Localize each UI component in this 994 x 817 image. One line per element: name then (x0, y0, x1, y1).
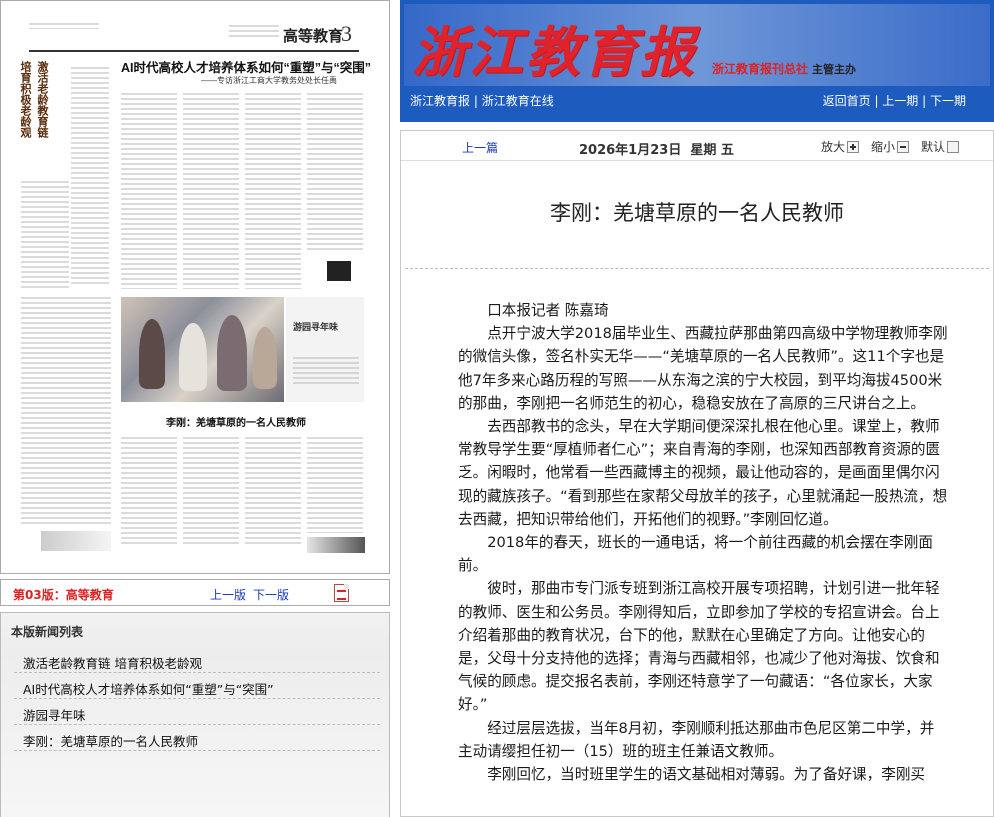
news-list-item[interactable]: 游园寻年味 (14, 699, 380, 725)
np-photo[interactable] (121, 297, 284, 402)
issue-date: 2026年1月23日 星期 五 (579, 143, 734, 158)
zoom-default-label: 默认 (921, 140, 946, 154)
np-photo-figure (217, 315, 247, 391)
publisher-name: 浙江教育报刊总社 (712, 62, 809, 76)
article-byline: 口本报记者 陈嘉琦 (487, 302, 609, 319)
left-column: 高等教育 3 激活老龄教育链 培育积极老龄观 AI时代高校人才培养体系如何“重塑… (0, 0, 390, 817)
prev-article-link[interactable]: 上一篇 (462, 139, 498, 156)
np-column (183, 93, 239, 289)
np-footer-banner (41, 531, 111, 551)
issue-nav: 返回首页 | 上一期 | 下一期 (822, 94, 966, 108)
np-column (307, 437, 363, 533)
title-divider (405, 268, 989, 269)
prev-issue-link[interactable]: 上一期 (882, 94, 918, 108)
np-header-meta (229, 25, 279, 39)
pdf-icon[interactable] (334, 584, 349, 602)
np-column (245, 437, 301, 547)
np-header-rule (29, 50, 359, 52)
np-caption-text (293, 357, 359, 387)
news-list-item[interactable]: AI时代高校人才培养体系如何“重塑”与“突围” (14, 673, 380, 699)
np-logo (327, 261, 351, 281)
article-toolbar: 上一篇 2026年1月23日 星期 五 放大 缩小 默认 (401, 131, 993, 161)
article-paragraph: 去西部教书的念头，早在大学期间便深深扎根在他心里。课堂上，教师常教导学生要“厚植… (458, 418, 948, 528)
np-section-title: 高等教育 (283, 28, 344, 45)
newspaper-page-thumbnail[interactable]: 高等教育 3 激活老龄教育链 培育积极老龄观 AI时代高校人才培养体系如何“重塑… (0, 0, 390, 574)
np-column (121, 437, 177, 547)
nav-link-zjjyb[interactable]: 浙江教育报 (410, 94, 470, 108)
np-photo-figure (179, 323, 207, 391)
zoom-out-button[interactable]: 缩小 (871, 138, 910, 155)
zoom-default-button[interactable]: 默认 (921, 138, 960, 155)
article-paragraph: 点开宁波大学2018届毕业生、西藏拉萨那曲第四高级中学物理教师李刚的微信头像，签… (458, 325, 948, 412)
np-column (121, 93, 177, 289)
np-page-number: 3 (341, 21, 352, 46)
zoom-in-button[interactable]: 放大 (821, 138, 860, 155)
np-vertical-title-1[interactable]: 激活老龄教育链 (35, 61, 49, 138)
zoom-out-label: 缩小 (871, 140, 896, 154)
np-column (307, 93, 363, 253)
article-body: 口本报记者 陈嘉琦 点开宁波大学2018届毕业生、西藏拉萨那曲第四高级中学物理教… (458, 299, 948, 786)
publisher-role: 主管主办 (812, 63, 857, 76)
news-list-item[interactable]: 激活老龄教育链 培育积极老龄观 (14, 647, 380, 673)
page-nav-bar: 第03版：高等教育 上一版 下一版 (0, 579, 390, 606)
np-column (71, 67, 109, 287)
page-label: 第03版：高等教育 (13, 588, 114, 602)
next-page-link[interactable]: 下一版 (253, 586, 289, 603)
plus-icon (847, 141, 860, 153)
news-list: 激活老龄教育链 培育积极老龄观 AI时代高校人才培养体系如何“重塑”与“突围” … (14, 647, 380, 751)
np-photo-caption[interactable]: 游园寻年味 (293, 320, 338, 333)
site-nav: 浙江教育报 | 浙江教育在线 (410, 94, 554, 108)
reset-icon (947, 141, 960, 153)
np-vertical-title-2[interactable]: 培育积极老龄观 (18, 61, 32, 138)
site-masthead-logo[interactable]: 浙江教育报 (412, 8, 697, 87)
minus-icon (897, 141, 910, 153)
home-link[interactable]: 返回首页 (823, 94, 871, 108)
np-story-title[interactable]: 李刚：羌塘草原的一名人民教师 (166, 414, 306, 429)
prev-page-link[interactable]: 上一版 (210, 586, 246, 603)
np-column (245, 93, 301, 289)
zoom-in-label: 放大 (821, 140, 846, 154)
next-issue-link[interactable]: 下一期 (930, 94, 966, 108)
right-column: 浙江教育报 浙江教育报刊总社 主管主办 浙江教育报 | 浙江教育在线 返回首页 |… (400, 0, 994, 817)
np-photo-figure (253, 327, 277, 389)
article-paragraph: 李刚回忆，当时班里学生的语文基础相对薄弱。为了备好课，李刚买 (487, 766, 926, 784)
np-headline[interactable]: AI时代高校人才培养体系如何“重塑”与“突围” (121, 57, 371, 76)
np-column (21, 297, 111, 527)
np-column (183, 437, 239, 547)
article-paragraph: 经过层层选拔，当年8月初，李刚顺利抵达那曲市色尼区第二中学，并主动请缨担任初一（… (458, 719, 935, 760)
article-panel: 上一篇 2026年1月23日 星期 五 放大 缩小 默认 李刚：羌塘草原的一名人… (400, 130, 994, 817)
article-paragraph: 2018年的春天，班长的一通电话，将一个前往西藏的机会摆在李刚面前。 (458, 534, 933, 575)
news-list-panel: 本版新闻列表 激活老龄教育链 培育积极老龄观 AI时代高校人才培养体系如何“重塑… (0, 612, 390, 817)
nav-link-zjjyzx[interactable]: 浙江教育在线 (482, 94, 554, 108)
news-list-title: 本版新闻列表 (11, 625, 84, 639)
publisher-line: 浙江教育报刊总社 主管主办 (712, 60, 856, 77)
article-title: 李刚：羌塘草原的一名人民教师 (550, 201, 844, 225)
np-dateline (29, 23, 99, 29)
article-paragraph: 彼时，那曲市专门派专班到浙江高校开展专项招聘，计划引进一批年轻的教师、医生和公务… (458, 580, 940, 714)
site-banner: 浙江教育报 浙江教育报刊总社 主管主办 浙江教育报 | 浙江教育在线 返回首页 |… (400, 0, 994, 122)
news-list-item[interactable]: 李刚：羌塘草原的一名人民教师 (14, 725, 380, 751)
np-column (21, 181, 69, 291)
np-photo-figure (139, 319, 165, 389)
np-footer-banner (307, 537, 365, 553)
np-subhead: ——专访浙江工商大学教务处处长任禹 (201, 76, 337, 85)
